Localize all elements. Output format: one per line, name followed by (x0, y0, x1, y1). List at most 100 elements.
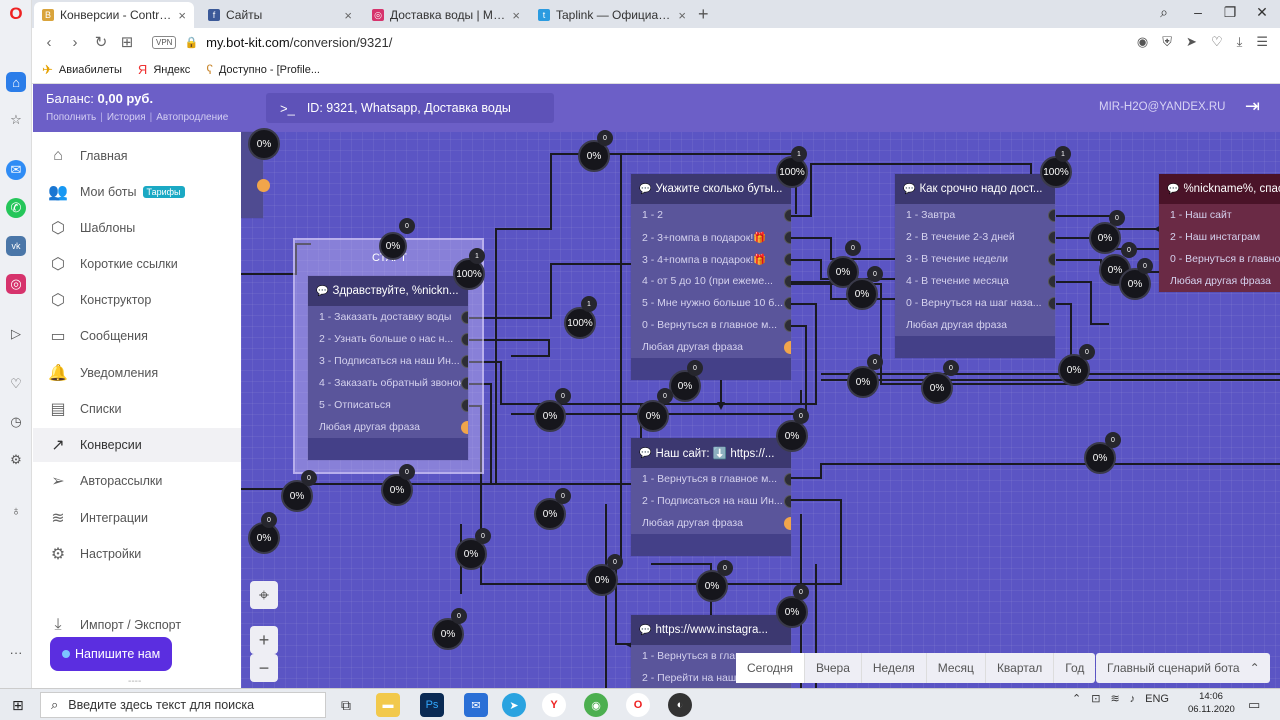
node-port[interactable] (784, 275, 791, 288)
chrome-icon[interactable]: ◉ (584, 693, 608, 717)
download-icon[interactable]: ⤓ (1237, 34, 1243, 50)
notifications-icon[interactable]: ▭ (1248, 697, 1260, 713)
close-window-icon[interactable]: ✕ (1252, 4, 1272, 21)
taskbar-clock[interactable]: 14:06 06.11.2020 (1188, 690, 1235, 716)
taskbar-search[interactable]: ⌕ Введите здесь текст для поиска (40, 692, 326, 718)
node-title[interactable]: 💬%nickname%, спасибо (1159, 174, 1280, 204)
telegram-icon[interactable]: ➤ (502, 693, 526, 717)
file-explorer-icon[interactable]: ▬ (376, 693, 400, 717)
instagram-icon[interactable]: ◎ (6, 274, 26, 294)
scenario-select[interactable]: Главный сценарий бота ⌃ (1096, 653, 1270, 683)
node-option[interactable]: 1 - Наш сайт (1159, 204, 1280, 226)
menu-item-messages[interactable]: ▭ Сообщения (33, 319, 241, 353)
write-us-button[interactable]: Напишите нам (50, 637, 172, 671)
node-port[interactable] (1048, 209, 1055, 222)
close-tab-icon[interactable]: × (512, 8, 520, 23)
node-option[interactable]: 0 - Вернуться в главное м... (631, 314, 791, 336)
zoom-in-button[interactable]: + (250, 626, 278, 654)
node-option[interactable]: 2 - Подписаться на наш Ин... (631, 490, 791, 512)
node-title[interactable]: 💬 Укажите сколько буты... (631, 174, 791, 204)
home-icon[interactable]: ⌂ (6, 72, 26, 92)
node-bottles[interactable]: 💬 Укажите сколько буты... 1 - 2 2 - 3+пом… (631, 174, 791, 380)
url-field[interactable]: my.bot-kit.com/conversion/9321/ (206, 35, 392, 50)
wifi-icon[interactable]: ≋ (1110, 692, 1119, 705)
node-port[interactable] (257, 179, 270, 192)
node-option[interactable]: Любая другая фраза (631, 336, 791, 358)
node-title[interactable]: 💬 https://www.instagra... (631, 615, 791, 645)
node-option[interactable]: 4 - от 5 до 10 (при ежеме... (631, 270, 791, 292)
node-port[interactable] (784, 319, 791, 332)
node-port[interactable] (461, 355, 468, 368)
forward-icon[interactable]: › (62, 34, 88, 51)
chevron-up-icon[interactable]: ⌃ (1072, 692, 1081, 705)
volume-icon[interactable]: ♪ (1130, 693, 1136, 705)
tariffs-badge[interactable]: Тарифы (142, 186, 185, 198)
zoom-out-button[interactable]: − (250, 654, 278, 682)
browser-tab-conversions[interactable]: B Конверсии - Control Panel × (34, 2, 194, 28)
node-option[interactable]: 2 - 3+помпа в подарок!🎁 (631, 226, 791, 248)
node-option[interactable]: 1 - Вернуться в главное м... (631, 468, 791, 490)
node-option[interactable]: 4 - Заказать обратный звонок (308, 372, 468, 394)
period-yesterday[interactable]: Вчера (805, 653, 862, 683)
bulb-icon[interactable]: ♁ (6, 500, 26, 520)
node-port[interactable] (784, 495, 791, 508)
shield-icon[interactable]: ⛨ (1162, 34, 1172, 50)
yandex-browser-icon[interactable]: Y (542, 693, 566, 717)
node-option[interactable]: 3 - 4+помпа в подарок!🎁 (631, 248, 791, 270)
bookmark-dostupno[interactable]: ʕ Доступно - [Profile... (206, 62, 320, 77)
node-option[interactable]: 3 - В течение недели (895, 248, 1055, 270)
whatsapp-icon[interactable]: ✆ (6, 198, 26, 218)
node-port[interactable] (784, 297, 791, 310)
opera-icon[interactable]: O (626, 693, 650, 717)
photoshop-icon[interactable]: Ps (420, 693, 444, 717)
node-port[interactable] (784, 209, 791, 222)
node-option[interactable]: 5 - Мне нужно больше 10 б... (631, 292, 791, 314)
lock-icon[interactable]: 🔒 (184, 36, 198, 49)
node-option[interactable]: Любая другая фраза (308, 416, 468, 438)
node-option[interactable]: 0 - Вернуться в главное м... (1159, 248, 1280, 270)
menu-item-templates[interactable]: ⬡ Шаблоны (33, 211, 241, 245)
messenger-icon[interactable]: ✉ (6, 160, 26, 180)
steam-icon[interactable]: ◐ (668, 693, 692, 717)
node-port[interactable] (461, 311, 468, 324)
menu-item-integrations[interactable]: ≋ Интеграции (33, 501, 241, 535)
node-port[interactable] (1048, 253, 1055, 266)
node-port[interactable] (461, 333, 468, 346)
node-title[interactable]: 💬 Как срочно надо дост... (895, 174, 1055, 204)
period-month[interactable]: Месяц (927, 653, 986, 683)
tabs-grid-icon[interactable]: ⊞ (114, 33, 140, 51)
menu-item-autosend[interactable]: ➢ Авторассылки (33, 464, 241, 498)
camera-icon[interactable]: ◉ (1137, 34, 1148, 50)
period-year[interactable]: Год (1054, 653, 1095, 683)
heart-icon[interactable]: ♡ (1211, 34, 1223, 50)
node-port[interactable] (461, 399, 468, 412)
node-option[interactable]: 2 - В течение 2-3 дней (895, 226, 1055, 248)
mail-icon[interactable]: ✉ (464, 693, 488, 717)
minimize-icon[interactable]: – (1188, 4, 1208, 20)
node-thanks[interactable]: 💬%nickname%, спасибо 1 - Наш сайт 2 - На… (1159, 174, 1280, 292)
node-option[interactable]: 1 - Заказать доставку воды (308, 306, 468, 328)
menu-item-short-links[interactable]: ⬡ Короткие ссылки (33, 247, 241, 281)
node-port[interactable] (784, 517, 791, 530)
browser-tab-instagram[interactable]: ◎ Доставка воды | Москва и... × (364, 2, 528, 28)
history-link[interactable]: История (107, 112, 146, 123)
node-option[interactable]: 0 - Вернуться на шаг наза... (895, 292, 1055, 314)
node-option[interactable]: 1 - 2 (631, 204, 791, 226)
network-icon[interactable]: ⊡ (1091, 692, 1100, 705)
browser-tab-sites[interactable]: f Сайты × (200, 2, 360, 28)
period-quarter[interactable]: Квартал (986, 653, 1055, 683)
node-title[interactable]: 💬 Наш сайт: ⬇️ https://... (631, 438, 791, 468)
period-week[interactable]: Неделя (862, 653, 927, 683)
menu-item-constructor[interactable]: ⬡ Конструктор (33, 283, 241, 317)
node-option[interactable]: 2 - Наш инстаграм (1159, 226, 1280, 248)
node-port[interactable] (784, 231, 791, 244)
vk-icon[interactable]: vk (6, 236, 26, 256)
node-port[interactable] (1048, 231, 1055, 244)
node-greeting[interactable]: 💬 Здравствуйте, %nickn... 1 - Заказать до… (308, 276, 468, 460)
vpn-badge[interactable]: VPN (152, 35, 177, 49)
bookmark-avia[interactable]: ✈ Авиабилеты (42, 62, 122, 78)
node-site[interactable]: 💬 Наш сайт: ⬇️ https://... 1 - Вернуться … (631, 438, 791, 556)
language-indicator[interactable]: ENG (1145, 693, 1169, 705)
windows-start-icon[interactable]: ⊞ (12, 697, 24, 714)
send-icon[interactable]: ▷ (6, 324, 26, 344)
